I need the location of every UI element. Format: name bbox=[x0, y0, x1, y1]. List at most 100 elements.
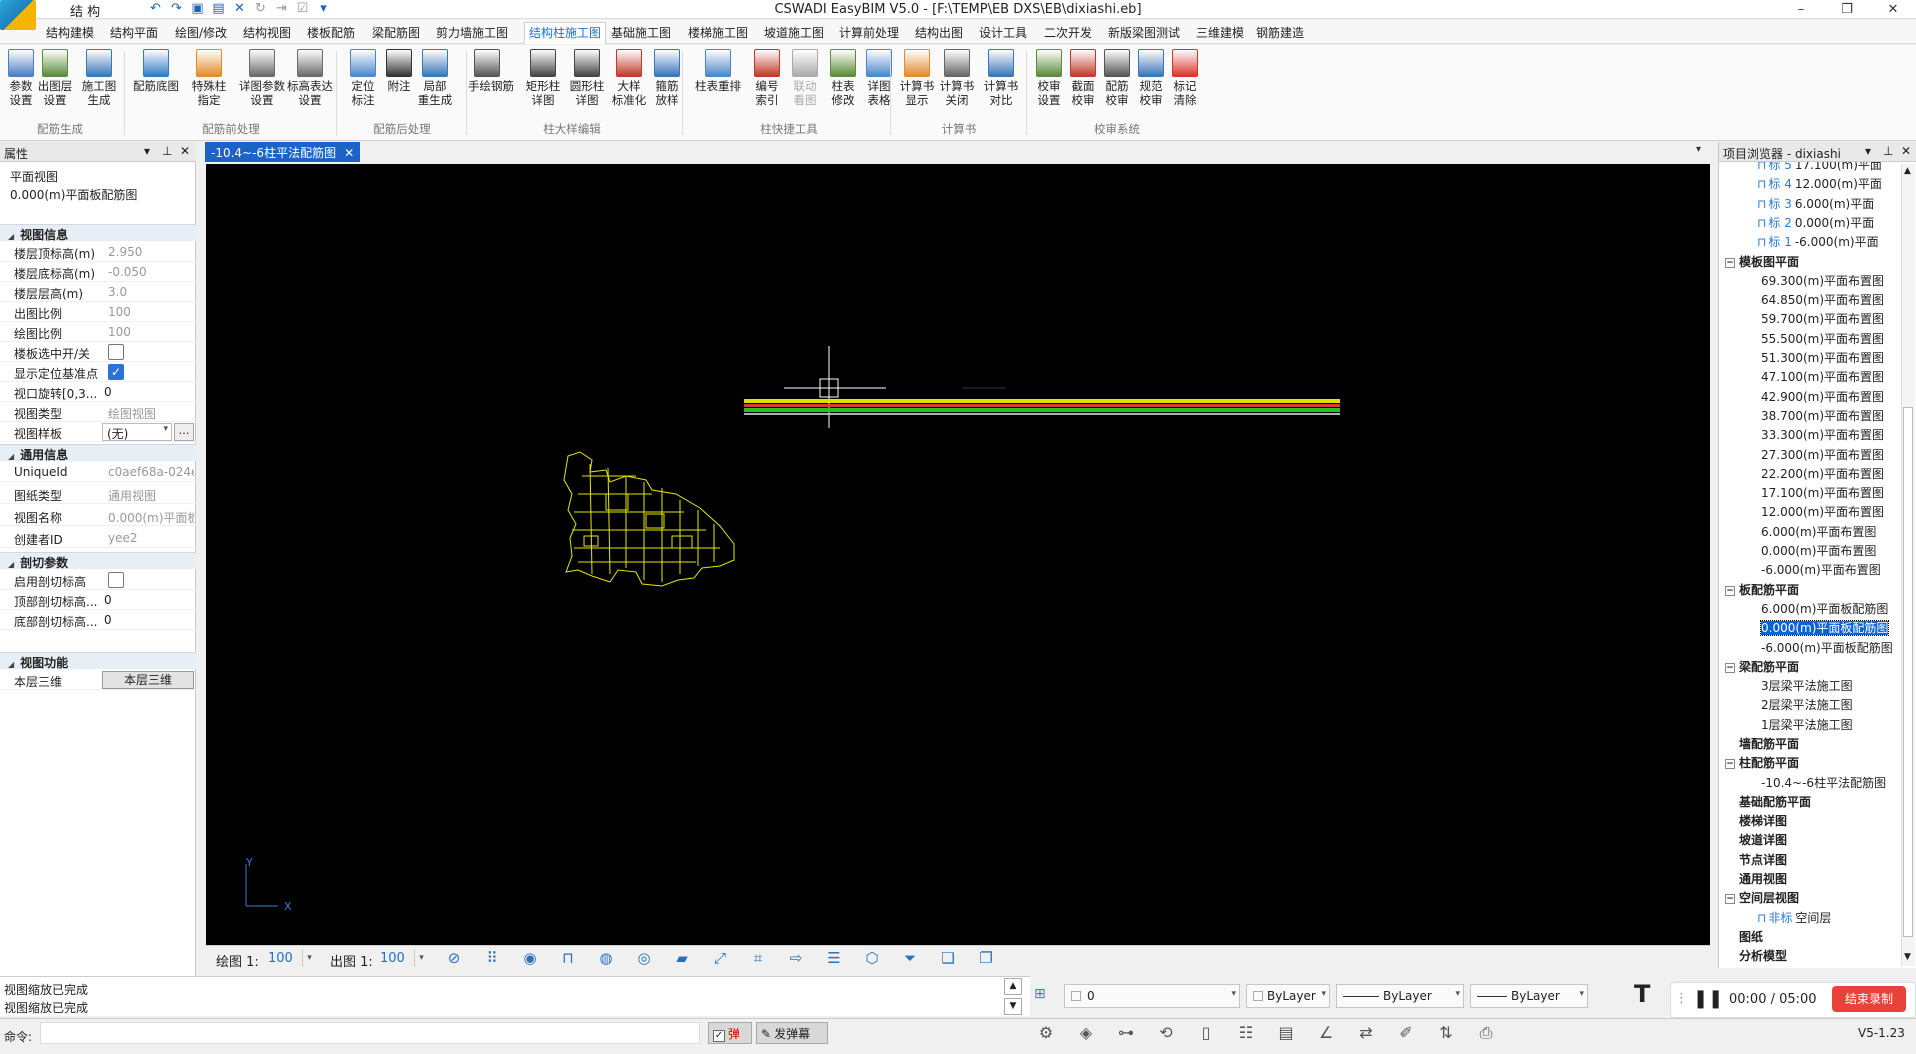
tree-item-elevation[interactable]: ⊓ 标 3 6.000(m)平面 bbox=[1757, 196, 1874, 213]
drag-handle-icon[interactable]: ⋮ bbox=[1675, 991, 1688, 1006]
ribbon-button[interactable]: 定位 标注 bbox=[344, 49, 382, 107]
restore-icon[interactable]: ❐ bbox=[1824, 0, 1870, 19]
ribbon-button[interactable]: 规范 校审 bbox=[1132, 49, 1170, 107]
section-general-info[interactable]: ◢ 通用信息 bbox=[0, 444, 196, 462]
show-ref-checkbox[interactable]: ✓ bbox=[108, 364, 124, 380]
scroll-up-icon[interactable]: ▲ bbox=[1904, 166, 1911, 176]
chevron-down-icon[interactable]: ▾ bbox=[302, 949, 316, 967]
settings-icon[interactable]: ⚙ bbox=[1034, 1022, 1058, 1044]
list-icon[interactable]: ☷ bbox=[1234, 1022, 1258, 1044]
ribbon-button[interactable]: 矩形柱 详图 bbox=[524, 49, 562, 107]
collapse-icon[interactable]: − bbox=[1725, 758, 1735, 769]
ribbon-tab[interactable]: 二次开发 bbox=[1044, 24, 1092, 41]
filter-icon[interactable]: ⏷ bbox=[900, 949, 920, 968]
ribbon-tab[interactable]: 结构出图 bbox=[915, 24, 963, 41]
tree-item-plan[interactable]: 0.000(m)平面布置图 bbox=[1761, 543, 1876, 560]
ribbon-button[interactable]: 局部 重生成 bbox=[416, 49, 454, 107]
ribbon-button[interactable]: 施工图 生成 bbox=[80, 49, 118, 107]
tree-item-elevation[interactable]: ⊓ 标 2 0.000(m)平面 bbox=[1757, 215, 1874, 232]
layer-manager-icon[interactable]: ⊞ bbox=[1034, 986, 1046, 1002]
tree-item-plan[interactable]: 27.300(m)平面布置图 bbox=[1761, 447, 1884, 464]
lineweight-select[interactable]: ByLayer ▾ bbox=[1470, 984, 1588, 1008]
tree-item-slab-rebar[interactable]: 6.000(m)平面板配筋图 bbox=[1761, 601, 1888, 618]
ribbon-button[interactable]: 箍筋 放样 bbox=[648, 49, 686, 107]
enable-cut-checkbox[interactable] bbox=[108, 572, 124, 588]
section-cut-params[interactable]: ◢ 剖切参数 bbox=[0, 552, 196, 570]
ribbon-tab[interactable]: 钢筋建造 bbox=[1256, 24, 1304, 41]
tree-item-beam[interactable]: 1层梁平法施工图 bbox=[1761, 717, 1853, 734]
ribbon-button[interactable]: 附注 bbox=[380, 49, 418, 93]
tree-group-beam[interactable]: − 梁配筋平面 bbox=[1725, 659, 1799, 676]
hide-icon[interactable]: ⊘ bbox=[444, 949, 464, 968]
ribbon-tab[interactable]: 结构建模 bbox=[46, 24, 94, 41]
ribbon-tab[interactable]: 基础施工图 bbox=[611, 24, 671, 41]
ribbon-tab[interactable]: 剪力墙施工图 bbox=[436, 24, 508, 41]
collapse-icon[interactable]: − bbox=[1725, 662, 1735, 673]
ribbon-button[interactable]: 计算书 对比 bbox=[982, 49, 1020, 107]
collapse-icon[interactable]: − bbox=[1725, 893, 1735, 904]
window-icon[interactable]: ❏ bbox=[938, 949, 958, 968]
tree-group[interactable]: 楼梯详图 bbox=[1739, 813, 1787, 830]
prop-value[interactable]: 0 bbox=[104, 385, 190, 399]
eye-icon[interactable]: ◉ bbox=[520, 949, 540, 968]
ribbon-tab[interactable]: 计算前处理 bbox=[839, 24, 899, 41]
tree-item-plan[interactable]: 42.900(m)平面布置图 bbox=[1761, 389, 1884, 406]
tree-item-plan[interactable]: 6.000(m)平面布置图 bbox=[1761, 524, 1876, 541]
ribbon-tab[interactable]: 三维建模 bbox=[1196, 24, 1244, 41]
ribbon-tab[interactable]: 楼梯施工图 bbox=[688, 24, 748, 41]
tree-item-plan[interactable]: 55.500(m)平面布置图 bbox=[1761, 331, 1884, 348]
tree-item-space[interactable]: ⊓ 非标 空间层 bbox=[1757, 910, 1831, 927]
grid-icon[interactable]: ⠿ bbox=[482, 949, 502, 968]
color-select[interactable]: ByLayer ▾ bbox=[1246, 984, 1330, 1008]
ribbon-button[interactable]: 计算书 显示 bbox=[898, 49, 936, 107]
crop-icon[interactable]: ⌗ bbox=[748, 949, 768, 968]
prop-value[interactable]: -0.050 bbox=[108, 265, 194, 279]
osnap-icon[interactable]: ◎ bbox=[634, 949, 654, 968]
expand-icon[interactable]: ⤢ bbox=[710, 949, 730, 968]
dwg-export-icon[interactable]: ⇨ bbox=[786, 949, 806, 968]
collapse-icon[interactable]: − bbox=[1725, 257, 1735, 268]
tree-item-beam[interactable]: 3层梁平法施工图 bbox=[1761, 678, 1853, 695]
text-style-icon[interactable]: T bbox=[1634, 980, 1650, 1008]
close-panel-icon[interactable]: ✕ bbox=[1901, 144, 1911, 158]
scrollbar-thumb[interactable] bbox=[1903, 407, 1913, 937]
tree-group[interactable]: 通用视图 bbox=[1739, 871, 1787, 888]
plane-icon[interactable]: ▰ bbox=[672, 949, 692, 968]
panel-icon[interactable]: ▯ bbox=[1194, 1022, 1218, 1044]
ribbon-button[interactable]: 编号 索引 bbox=[748, 49, 786, 107]
ribbon-button[interactable]: 圆形柱 详图 bbox=[568, 49, 606, 107]
tree-group-slab-rebar[interactable]: − 板配筋平面 bbox=[1725, 582, 1799, 599]
layer-3d-button[interactable]: 本层三维 bbox=[102, 671, 194, 689]
tree-group-space[interactable]: − 空间层视图 bbox=[1725, 890, 1799, 907]
print-icon[interactable]: ⎙ bbox=[1474, 1022, 1498, 1044]
prop-value[interactable]: 0 bbox=[104, 613, 190, 627]
tree-item-plan[interactable]: 51.300(m)平面布置图 bbox=[1761, 350, 1884, 367]
command-input[interactable] bbox=[40, 1022, 700, 1044]
ribbon-tab[interactable]: 结构柱施工图 bbox=[524, 22, 607, 44]
tree-item-elevation[interactable]: ⊓ 标 5 17.100(m)平面 bbox=[1757, 162, 1882, 174]
panel-menu-icon[interactable]: ▾ bbox=[1865, 144, 1871, 158]
ribbon-button[interactable]: 大样 标准化 bbox=[610, 49, 648, 107]
panel-menu-icon[interactable]: ▾ bbox=[144, 144, 150, 158]
close-tab-icon[interactable]: ✕ bbox=[344, 146, 354, 160]
section-view-func[interactable]: ◢ 视图功能 bbox=[0, 652, 196, 670]
popup-toggle[interactable]: ✓ 弹 bbox=[708, 1022, 752, 1044]
lock-icon[interactable]: ⊓ bbox=[558, 949, 578, 968]
tab-list-icon[interactable]: ▾ bbox=[1696, 144, 1701, 155]
ribbon-tab[interactable]: 结构视图 bbox=[243, 24, 291, 41]
curve-icon[interactable]: ∠ bbox=[1314, 1022, 1338, 1044]
pin-icon[interactable]: ⊥ bbox=[1883, 144, 1893, 158]
tree-item-plan[interactable]: 47.100(m)平面布置图 bbox=[1761, 369, 1884, 386]
document-tab[interactable]: -10.4~-6柱平法配筋图 ✕ bbox=[205, 142, 361, 162]
ticket-icon[interactable]: ✐ bbox=[1394, 1022, 1418, 1044]
tree-item-slab-rebar[interactable]: -6.000(m)平面板配筋图 bbox=[1761, 640, 1893, 657]
tree-group[interactable]: 节点详图 bbox=[1739, 852, 1787, 869]
dwg-icon[interactable]: ▤ bbox=[1274, 1022, 1298, 1044]
ribbon-button[interactable]: 标高表达 设置 bbox=[286, 49, 334, 107]
ribbon-button[interactable]: 柱表 修改 bbox=[824, 49, 862, 107]
tree-item-plan[interactable]: 33.300(m)平面布置图 bbox=[1761, 427, 1884, 444]
msg-scroll-down-icon[interactable]: ▼ bbox=[1004, 998, 1022, 1015]
danmaku-toggle[interactable]: ✎ 发弹幕 bbox=[756, 1022, 828, 1044]
chevron-down-icon[interactable]: ▾ bbox=[414, 949, 428, 967]
ribbon-tab[interactable]: 新版梁图测试 bbox=[1108, 24, 1180, 41]
